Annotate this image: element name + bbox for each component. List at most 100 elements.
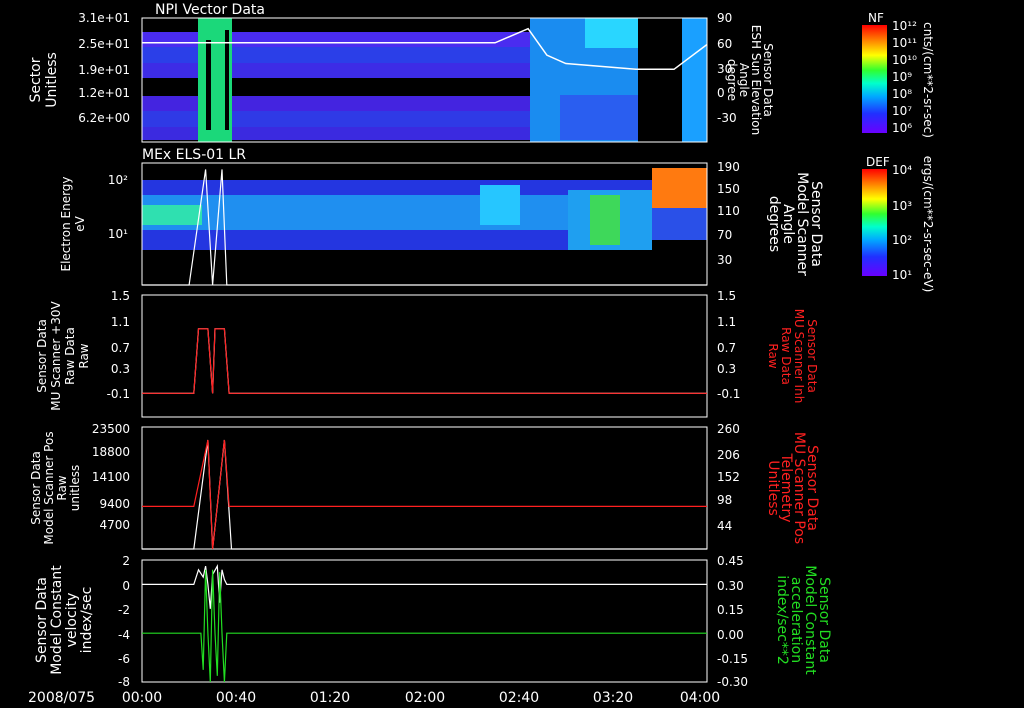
els-end-blue: [652, 208, 707, 240]
mu30-right-label-1: Sensor Data: [805, 319, 819, 393]
vel-right-label-4: index/sec**2: [774, 575, 790, 665]
pos-left-ticks: 23500 18800 14100 9400 4700: [92, 422, 130, 532]
npi-colorbar-tick: 10¹¹: [892, 36, 917, 50]
npi-colorbar-gradient: [862, 25, 887, 133]
pos-left-label-3: Raw: [55, 475, 69, 500]
vel-left-label-3: velocity: [64, 593, 80, 648]
pos-left-label: Sensor Data Model Scanner Pos Raw unitle…: [29, 431, 82, 544]
npi-colorbar-tick: 10¹⁰: [892, 53, 917, 67]
npi-left-tick: 1.2e+01: [78, 86, 130, 100]
mu30-left-tick: 1.5: [111, 289, 130, 303]
vel-left-tick: -4: [118, 628, 130, 642]
npi-left-ticks: 3.1e+01 2.5e+01 1.9e+01 1.2e+01 6.2e+00: [78, 11, 130, 125]
vel-right-label: Sensor Data Model Constant acceleration …: [774, 565, 832, 675]
pos-left-tick: 4700: [99, 518, 130, 532]
vel-left-tick: 2: [122, 554, 130, 568]
npi-late-mid: [560, 95, 638, 140]
date-label: 2008/075: [28, 690, 95, 706]
npi-colorbar-tick: 10⁸: [892, 87, 912, 101]
pos-right-tick: 98: [717, 493, 732, 507]
npi-colorbar-tick: 10¹²: [892, 19, 917, 33]
els-early-green: [142, 205, 202, 225]
vel-left-tick: 0: [122, 579, 130, 593]
els-colorbar-tick: 10¹: [892, 268, 912, 282]
els-end-orange: [652, 168, 707, 208]
mu30-right-tick: 1.1: [717, 315, 736, 329]
els-left-label-2: eV: [73, 215, 87, 231]
vel-left-label-4: index/sec: [79, 587, 95, 654]
mu30-right-label: Sensor Data MU Scanner Inh Raw Data Raw: [766, 309, 819, 404]
vel-left-tick: -8: [118, 675, 130, 689]
vel-left-label: Sensor Data Model Constant velocity inde…: [34, 565, 95, 675]
npi-left-tick: 3.1e+01: [78, 11, 130, 25]
mu30-left-label-2: MU Scanner +30V: [49, 301, 63, 411]
mu30-left-ticks: 1.5 1.1 0.7 0.3 -0.1: [107, 289, 130, 401]
els-left-label: Electron Energy eV: [59, 176, 87, 271]
npi-colorbar-tick: 10⁷: [892, 104, 912, 118]
time-tick: 02:40: [499, 690, 539, 706]
panel-vel: Sensor Data Model Constant velocity inde…: [34, 554, 832, 689]
npi-burst-gap-2: [225, 30, 229, 130]
els-left-label-1: Electron Energy: [59, 176, 73, 271]
time-axis: 2008/075 00:00 00:40 01:20 02:00 02:40 0…: [28, 690, 720, 706]
els-late-green: [590, 195, 620, 245]
pos-left-label-2: Model Scanner Pos: [42, 431, 56, 544]
pos-right-label-4: Unitless: [765, 460, 781, 516]
npi-left-tick: 2.5e+01: [78, 37, 130, 51]
mu30-right-tick: 0.3: [717, 362, 736, 376]
pos-right-tick: 44: [717, 519, 732, 533]
pos-left-label-1: Sensor Data: [29, 451, 43, 525]
figure-canvas: NPI Vector Data Sector Unitless 3.1e+01: [28, 2, 935, 706]
els-right-tick: 150: [717, 182, 740, 196]
mu30-right-tick: 1.5: [717, 289, 736, 303]
panel-mu30: Sensor Data MU Scanner +30V Raw Data Raw…: [35, 289, 819, 418]
vel-right-ticks: 0.45 0.30 0.15 0.00 -0.15 -0.30: [717, 554, 748, 689]
els-right-label: Sensor Data Model Scanner Angle degrees: [766, 172, 824, 276]
pos-left-tick: 18800: [92, 445, 130, 459]
mu30-right-label-3: Raw Data: [779, 327, 793, 385]
mu30-right-tick: 0.7: [717, 341, 736, 355]
npi-burst-gap-1: [206, 40, 211, 130]
mu30-left-label-3: Raw Data: [63, 327, 77, 385]
time-tick: 01:20: [310, 690, 350, 706]
els-left-ticks: 10² 10¹: [108, 173, 128, 241]
vel-right-tick: -0.30: [717, 675, 748, 689]
mu30-left-tick: 0.7: [111, 341, 130, 355]
pos-frame: [141, 426, 708, 550]
npi-right-tick: 60: [717, 37, 732, 51]
vel-left-label-2: Model Constant: [49, 565, 65, 675]
pos-right-tick: 260: [717, 422, 740, 436]
mu30-left-tick: -0.1: [107, 387, 130, 401]
els-right-label-4: degrees: [766, 196, 782, 252]
pos-right-tick: 206: [717, 448, 740, 462]
pos-right-ticks: 260 206 152 98 44: [717, 422, 740, 533]
els-right-tick: 190: [717, 160, 740, 174]
npi-colorbar-units: cnts/(cm**2-sr-sec): [921, 22, 935, 138]
mu30-right-tick: -0.1: [717, 387, 740, 401]
els-right-ticks: 190 150 110 70 30: [717, 160, 740, 267]
pos-right-tick: 152: [717, 470, 740, 484]
els-colorbar: DEF 10⁴ 10³ 10² 10¹ ergs/(cm**2-sr-sec-e…: [862, 155, 935, 292]
vel-frame: [141, 559, 708, 683]
npi-late-cyan: [585, 18, 638, 48]
els-colorbar-title: DEF: [866, 155, 890, 169]
pos-left-tick: 14100: [92, 470, 130, 484]
npi-right-tick: 0: [717, 86, 725, 100]
time-tick: 03:20: [593, 690, 633, 706]
npi-right-tick: 90: [717, 11, 732, 25]
vel-right-tick: 0.30: [717, 579, 744, 593]
els-colorbar-tick: 10²: [892, 233, 912, 247]
vel-right-tick: 0.15: [717, 603, 744, 617]
pos-left-label-4: unitless: [68, 465, 82, 511]
mu30-left-label-1: Sensor Data: [35, 319, 49, 393]
npi-data-gap: [638, 18, 682, 142]
npi-colorbar: NF 10¹² 10¹¹ 10¹⁰ 10⁹ 10⁸ 10⁷ 10⁶ cnts/(…: [862, 11, 935, 138]
time-tick: 00:00: [122, 690, 162, 706]
panel-npi: NPI Vector Data Sector Unitless 3.1e+01: [28, 2, 935, 143]
panel-pos: Sensor Data Model Scanner Pos Raw unitle…: [29, 422, 820, 550]
npi-right-label-4: degree: [725, 59, 739, 101]
mu30-left-label: Sensor Data MU Scanner +30V Raw Data Raw: [35, 301, 91, 411]
els-colorbar-tick: 10⁴: [892, 163, 912, 177]
npi-left-tick: 1.9e+01: [78, 63, 130, 77]
els-right-tick: 30: [717, 253, 732, 267]
